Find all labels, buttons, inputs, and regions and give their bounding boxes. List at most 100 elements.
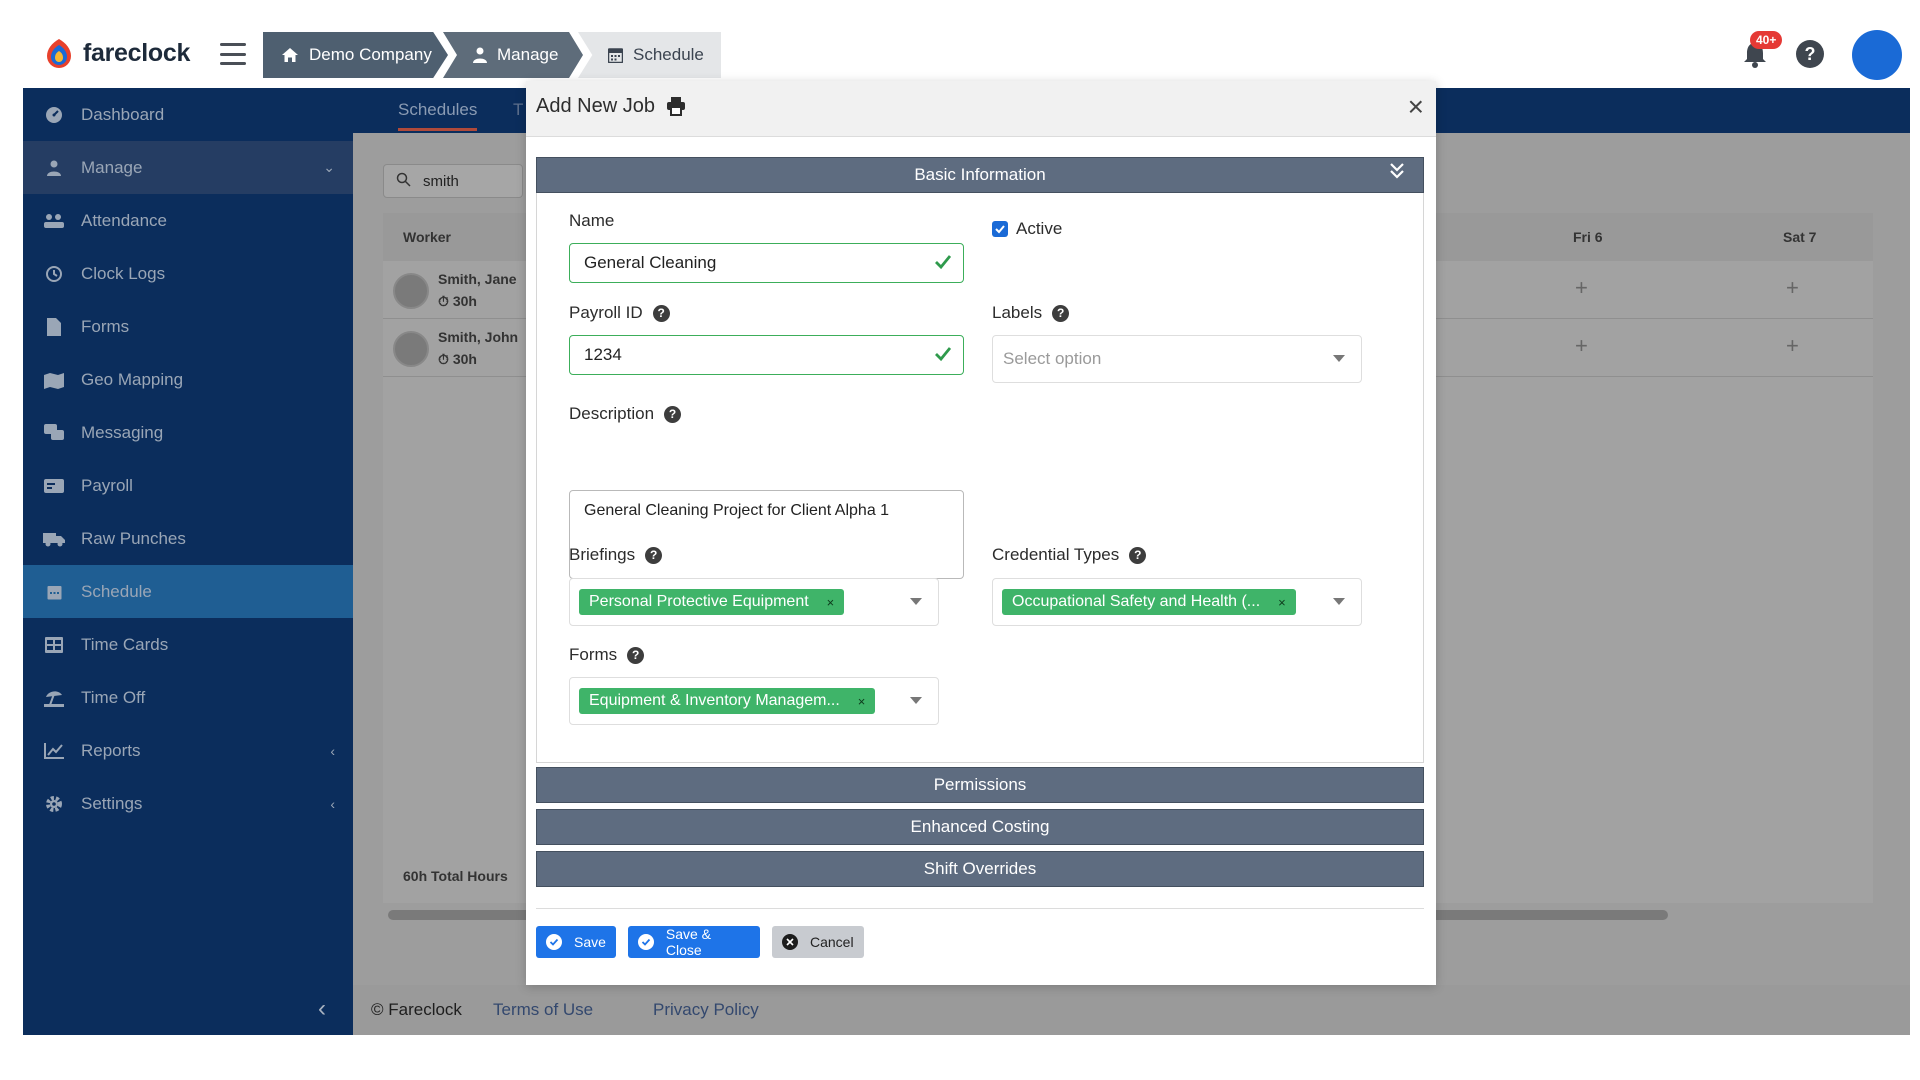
- terms-link[interactable]: Terms of Use: [493, 1000, 593, 1020]
- form-chip: Equipment & Inventory Managem... ×: [579, 688, 876, 714]
- print-icon[interactable]: [666, 96, 686, 121]
- sidebar-item-raw-punches[interactable]: Raw Punches: [23, 512, 353, 565]
- checkbox-checked-icon[interactable]: [992, 221, 1008, 237]
- help-icon[interactable]: ?: [1052, 304, 1070, 322]
- section-enhanced-costing[interactable]: Enhanced Costing: [536, 809, 1424, 845]
- breadcrumb-schedule[interactable]: Schedule: [578, 32, 721, 78]
- breadcrumb-label: Manage: [497, 45, 559, 64]
- credential-types-select[interactable]: Occupational Safety and Health (... ×: [992, 578, 1362, 626]
- credential-chip: Occupational Safety and Health (... ×: [1002, 589, 1296, 615]
- tab-second[interactable]: T: [513, 100, 523, 120]
- user-icon: [473, 47, 487, 63]
- sidebar-item-payroll[interactable]: Payroll: [23, 459, 353, 512]
- add-shift-icon[interactable]: +: [1575, 333, 1588, 359]
- chip-remove-icon[interactable]: ×: [827, 595, 835, 610]
- help-icon[interactable]: ?: [645, 546, 663, 564]
- hamburger-menu-icon[interactable]: [220, 43, 246, 65]
- sidebar-item-label: Clock Logs: [81, 263, 166, 283]
- active-checkbox[interactable]: Active: [992, 219, 1062, 239]
- table-icon: [43, 634, 65, 656]
- sidebar-item-clock-logs[interactable]: Clock Logs: [23, 247, 353, 300]
- breadcrumb-manage[interactable]: Manage: [443, 32, 583, 78]
- payroll-id-value: 1234: [584, 345, 622, 364]
- active-label: Active: [1016, 219, 1063, 238]
- save-close-button[interactable]: Save & Close: [628, 926, 760, 958]
- sidebar-item-time-off[interactable]: Time Off: [23, 671, 353, 724]
- breadcrumb-company[interactable]: Demo Company: [263, 32, 448, 78]
- search-value: smith: [423, 172, 459, 190]
- gear-icon: [43, 793, 65, 815]
- forms-select[interactable]: Equipment & Inventory Managem... ×: [569, 677, 939, 725]
- double-chevron-down-icon[interactable]: [1389, 162, 1405, 185]
- help-icon[interactable]: ?: [627, 646, 645, 664]
- save-close-label: Save & Close: [665, 926, 712, 958]
- sidebar-item-settings[interactable]: Settings ‹: [23, 777, 353, 830]
- basic-information-body: Name General Cleaning Active Payroll ID …: [536, 193, 1424, 763]
- section-title: Permissions: [933, 775, 1027, 794]
- sidebar-item-forms[interactable]: Forms: [23, 300, 353, 353]
- sidebar-item-label: Schedule: [81, 581, 152, 601]
- user-avatar[interactable]: [1852, 30, 1902, 80]
- sidebar-item-attendance[interactable]: Attendance: [23, 194, 353, 247]
- worker-name[interactable]: Smith, John: [438, 329, 518, 345]
- labels-select[interactable]: Select option: [992, 335, 1362, 383]
- cancel-button[interactable]: Cancel: [772, 926, 864, 958]
- app-logo[interactable]: fareclock: [43, 37, 190, 69]
- total-hours: 60h Total Hours: [403, 868, 508, 884]
- worker-name[interactable]: Smith, Jane: [438, 271, 517, 287]
- sidebar-item-manage[interactable]: Manage ⌄: [23, 141, 353, 194]
- close-icon[interactable]: ×: [1408, 93, 1424, 121]
- file-icon: [43, 316, 65, 338]
- calendar-icon: [608, 47, 623, 63]
- section-permissions[interactable]: Permissions: [536, 767, 1424, 803]
- sidebar-item-geo-mapping[interactable]: Geo Mapping: [23, 353, 353, 406]
- divider: [536, 908, 1424, 909]
- worker-hours: ⏱ 30h: [438, 293, 477, 309]
- sidebar-item-label: Manage: [81, 157, 143, 177]
- sidebar-item-label: Raw Punches: [81, 528, 186, 548]
- section-shift-overrides[interactable]: Shift Overrides: [536, 851, 1424, 887]
- name-label: Name: [569, 211, 615, 230]
- add-shift-icon[interactable]: +: [1786, 275, 1799, 301]
- caret-down-icon: [910, 697, 922, 704]
- tab-schedules[interactable]: Schedules: [398, 100, 478, 131]
- caret-down-icon: [1333, 355, 1345, 362]
- sidebar-item-schedule[interactable]: Schedule: [23, 565, 353, 618]
- add-shift-icon[interactable]: +: [1575, 275, 1588, 301]
- name-field[interactable]: General Cleaning: [569, 243, 964, 283]
- truck-icon: [43, 528, 65, 550]
- logo-flame-icon: [43, 37, 75, 69]
- breadcrumb-label: Schedule: [633, 45, 704, 64]
- modal-header: Add New Job ×: [526, 81, 1436, 137]
- column-header-worker: Worker: [403, 229, 451, 245]
- home-icon: [281, 47, 299, 63]
- sidebar-item-dashboard[interactable]: Dashboard: [23, 88, 353, 141]
- sidebar-item-label: Dashboard: [81, 104, 165, 124]
- breadcrumb-label: Demo Company: [309, 45, 432, 64]
- section-basic-information[interactable]: Basic Information: [536, 157, 1424, 193]
- payroll-id-field[interactable]: 1234: [569, 335, 964, 375]
- save-label: Save: [574, 934, 606, 950]
- chip-remove-icon[interactable]: ×: [858, 694, 866, 709]
- help-icon[interactable]: ?: [652, 304, 670, 322]
- briefings-select[interactable]: Personal Protective Equipment ×: [569, 578, 939, 626]
- help-icon[interactable]: ?: [1129, 546, 1147, 564]
- notifications-bell-icon[interactable]: 40+: [1740, 31, 1783, 69]
- chip-remove-icon[interactable]: ×: [1278, 595, 1286, 610]
- search-input[interactable]: smith: [383, 164, 523, 198]
- description-textarea[interactable]: General Cleaning Project for Client Alph…: [569, 490, 964, 579]
- help-icon[interactable]: ?: [1796, 40, 1824, 68]
- sidebar-item-time-cards[interactable]: Time Cards: [23, 618, 353, 671]
- section-title: Shift Overrides: [923, 859, 1037, 878]
- payroll-id-label: Payroll ID ?: [569, 303, 670, 323]
- privacy-link[interactable]: Privacy Policy: [653, 1000, 759, 1020]
- collapse-sidebar-icon[interactable]: ‹: [318, 995, 326, 1023]
- help-icon[interactable]: ?: [664, 405, 682, 423]
- sidebar-item-reports[interactable]: Reports ‹: [23, 724, 353, 777]
- section-title: Basic Information: [914, 165, 1046, 184]
- sidebar-item-messaging[interactable]: Messaging: [23, 406, 353, 459]
- labels-label: Labels ?: [992, 303, 1070, 323]
- add-shift-icon[interactable]: +: [1786, 333, 1799, 359]
- save-button[interactable]: Save: [536, 926, 616, 958]
- name-value: General Cleaning: [584, 253, 717, 272]
